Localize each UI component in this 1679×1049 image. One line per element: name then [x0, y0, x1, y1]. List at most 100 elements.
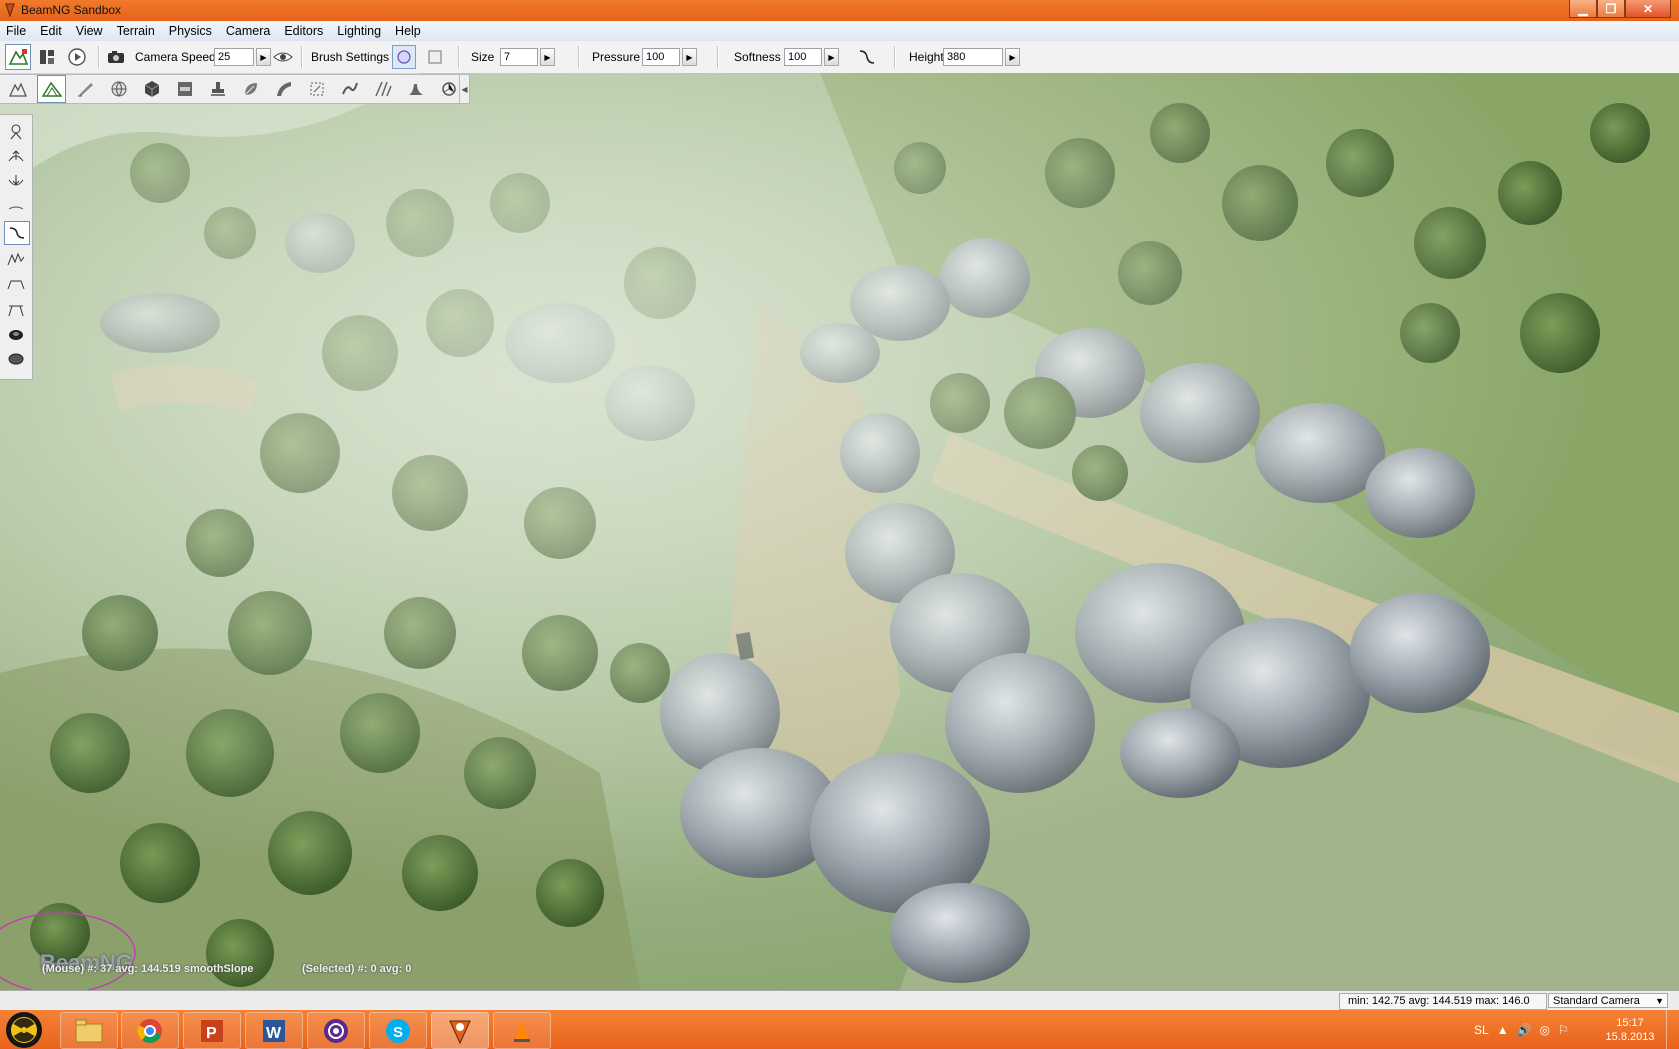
select-tool-icon[interactable]: [4, 121, 28, 143]
svg-text:P: P: [206, 1025, 217, 1042]
windows-taskbar: P W S SL ▲ 🔊 ◎ ⚐ 15:17 15.8.2013: [0, 1010, 1679, 1049]
noise-icon[interactable]: [4, 248, 28, 270]
camera-mode-value: Standard Camera: [1553, 995, 1640, 1007]
menu-view[interactable]: View: [70, 21, 111, 41]
brush-settings-label: Brush Settings: [311, 50, 390, 64]
taskbar-vlc-icon[interactable]: [493, 1012, 551, 1049]
object-cube-icon[interactable]: [138, 76, 165, 102]
camera-speed-input[interactable]: 25: [214, 48, 254, 66]
pressure-increment-button[interactable]: ▶: [682, 48, 697, 66]
editor-tool-strip: ◀: [0, 74, 470, 104]
show-hidden-icons-icon[interactable]: ▲: [1497, 1023, 1509, 1037]
gui-editor-icon[interactable]: [35, 45, 59, 69]
svg-text:W: W: [266, 1025, 282, 1042]
collapse-toolstrip-button[interactable]: ◀: [459, 75, 469, 103]
height-increment-button[interactable]: ▶: [1005, 48, 1020, 66]
square-brush-button[interactable]: [423, 45, 447, 69]
taskbar-clock[interactable]: 15:17 15.8.2013: [1598, 1016, 1662, 1044]
menu-camera[interactable]: Camera: [220, 21, 278, 41]
pressure-input[interactable]: 100: [642, 48, 680, 66]
softness-increment-button[interactable]: ▶: [824, 48, 839, 66]
size-increment-button[interactable]: ▶: [540, 48, 555, 66]
camera-speed-label: Camera Speed: [135, 50, 216, 64]
terrain-paint-icon[interactable]: [72, 76, 99, 102]
close-button[interactable]: ✕: [1625, 0, 1671, 18]
language-indicator[interactable]: SL: [1474, 1023, 1489, 1037]
taskbar-beamng-icon[interactable]: [431, 1012, 489, 1049]
camera-icon[interactable]: [104, 45, 128, 69]
navmesh-icon[interactable]: [435, 76, 462, 102]
height-stats: min: 142.75 avg: 144.519 max: 146.0: [1339, 993, 1547, 1010]
terrain-tool-palette: [0, 114, 33, 380]
raise-height-icon[interactable]: [4, 146, 28, 168]
show-desktop-button[interactable]: [1666, 1010, 1679, 1049]
taskbar-chrome-icon[interactable]: [121, 1012, 179, 1049]
play-icon[interactable]: [65, 45, 89, 69]
clear-terrain-icon[interactable]: [4, 323, 28, 345]
shore-icon[interactable]: [402, 76, 429, 102]
menu-edit[interactable]: Edit: [34, 21, 70, 41]
clock-time: 15:17: [1616, 1017, 1644, 1029]
size-input[interactable]: 7: [500, 48, 538, 66]
softness-label: Softness: [734, 50, 781, 64]
circle-brush-button[interactable]: [392, 45, 416, 69]
size-label: Size: [471, 50, 495, 64]
status-bar: min: 142.75 avg: 144.519 max: 146.0 Stan…: [0, 990, 1679, 1011]
menu-terrain[interactable]: Terrain: [111, 21, 163, 41]
mouse-info-text: (Mouse) #: 37 avg: 144.519 smoothSlope: [42, 963, 254, 975]
taskbar-explorer-icon[interactable]: [60, 1012, 118, 1049]
menu-bar: File Edit View Terrain Physics Camera Ed…: [0, 21, 1679, 42]
camera-speed-increment-button[interactable]: ▶: [256, 48, 271, 66]
taskbar-media-player-icon[interactable]: [307, 1012, 365, 1049]
height-input[interactable]: 380: [943, 48, 1003, 66]
chevron-down-icon: ▼: [1655, 996, 1664, 1006]
menu-lighting[interactable]: Lighting: [331, 21, 389, 41]
system-tray: SL ▲ 🔊 ◎ ⚐: [1474, 1014, 1577, 1046]
action-center-icon[interactable]: ⚐: [1558, 1023, 1569, 1037]
road-lines-icon[interactable]: [369, 76, 396, 102]
selected-info-text: (Selected) #: 0 avg: 0: [302, 963, 412, 975]
volume-icon[interactable]: 🔊: [1517, 1023, 1532, 1037]
taskbar-word-icon[interactable]: W: [245, 1012, 303, 1049]
start-button[interactable]: [6, 1012, 42, 1048]
select-bounds-icon[interactable]: [303, 76, 330, 102]
smooth-slope-icon[interactable]: [4, 221, 30, 245]
decal-stamp-icon[interactable]: [204, 76, 231, 102]
menu-help[interactable]: Help: [389, 21, 429, 41]
menu-file[interactable]: File: [0, 21, 34, 41]
maximize-button[interactable]: ❐: [1597, 0, 1625, 18]
set-height-icon[interactable]: [4, 298, 28, 320]
lower-height-icon[interactable]: [4, 171, 28, 193]
terrain-scene: [0, 73, 1679, 990]
window-title: BeamNG Sandbox: [21, 3, 122, 17]
pressure-label: Pressure: [592, 50, 641, 64]
title-bar: BeamNG Sandbox ▁ ❐ ✕: [0, 0, 1679, 21]
datablock-icon[interactable]: [171, 76, 198, 102]
taskbar-skype-icon[interactable]: S: [369, 1012, 427, 1049]
height-label: Height: [909, 50, 944, 64]
camera-mode-select[interactable]: Standard Camera ▼: [1548, 993, 1668, 1008]
app-icon: [4, 3, 16, 18]
3d-viewport[interactable]: [0, 73, 1679, 990]
forest-leaf-icon[interactable]: [237, 76, 264, 102]
globe-icon[interactable]: [105, 76, 132, 102]
flatten-icon[interactable]: [4, 273, 28, 295]
river-icon[interactable]: [336, 76, 363, 102]
main-toolbar: Camera Speed 25 ▶ Brush Settings Size 7 …: [0, 41, 1679, 74]
clock-date: 15.8.2013: [1605, 1031, 1655, 1043]
menu-editors[interactable]: Editors: [278, 21, 331, 41]
softness-curve-icon[interactable]: [855, 45, 879, 69]
mesh-road-icon[interactable]: [270, 76, 297, 102]
menu-physics[interactable]: Physics: [163, 21, 220, 41]
network-icon[interactable]: ◎: [1540, 1023, 1550, 1037]
taskbar-powerpoint-icon[interactable]: P: [183, 1012, 241, 1049]
smooth-icon[interactable]: [4, 196, 28, 218]
world-editor-icon[interactable]: [5, 44, 31, 70]
restore-terrain-icon[interactable]: [4, 348, 28, 370]
minimize-button[interactable]: ▁: [1569, 0, 1597, 18]
svg-text:S: S: [393, 1024, 403, 1041]
terrain-editor-icon[interactable]: [37, 75, 66, 103]
visibility-eye-icon[interactable]: [271, 45, 295, 69]
softness-input[interactable]: 100: [784, 48, 822, 66]
terrain-raise-icon[interactable]: [4, 76, 31, 102]
